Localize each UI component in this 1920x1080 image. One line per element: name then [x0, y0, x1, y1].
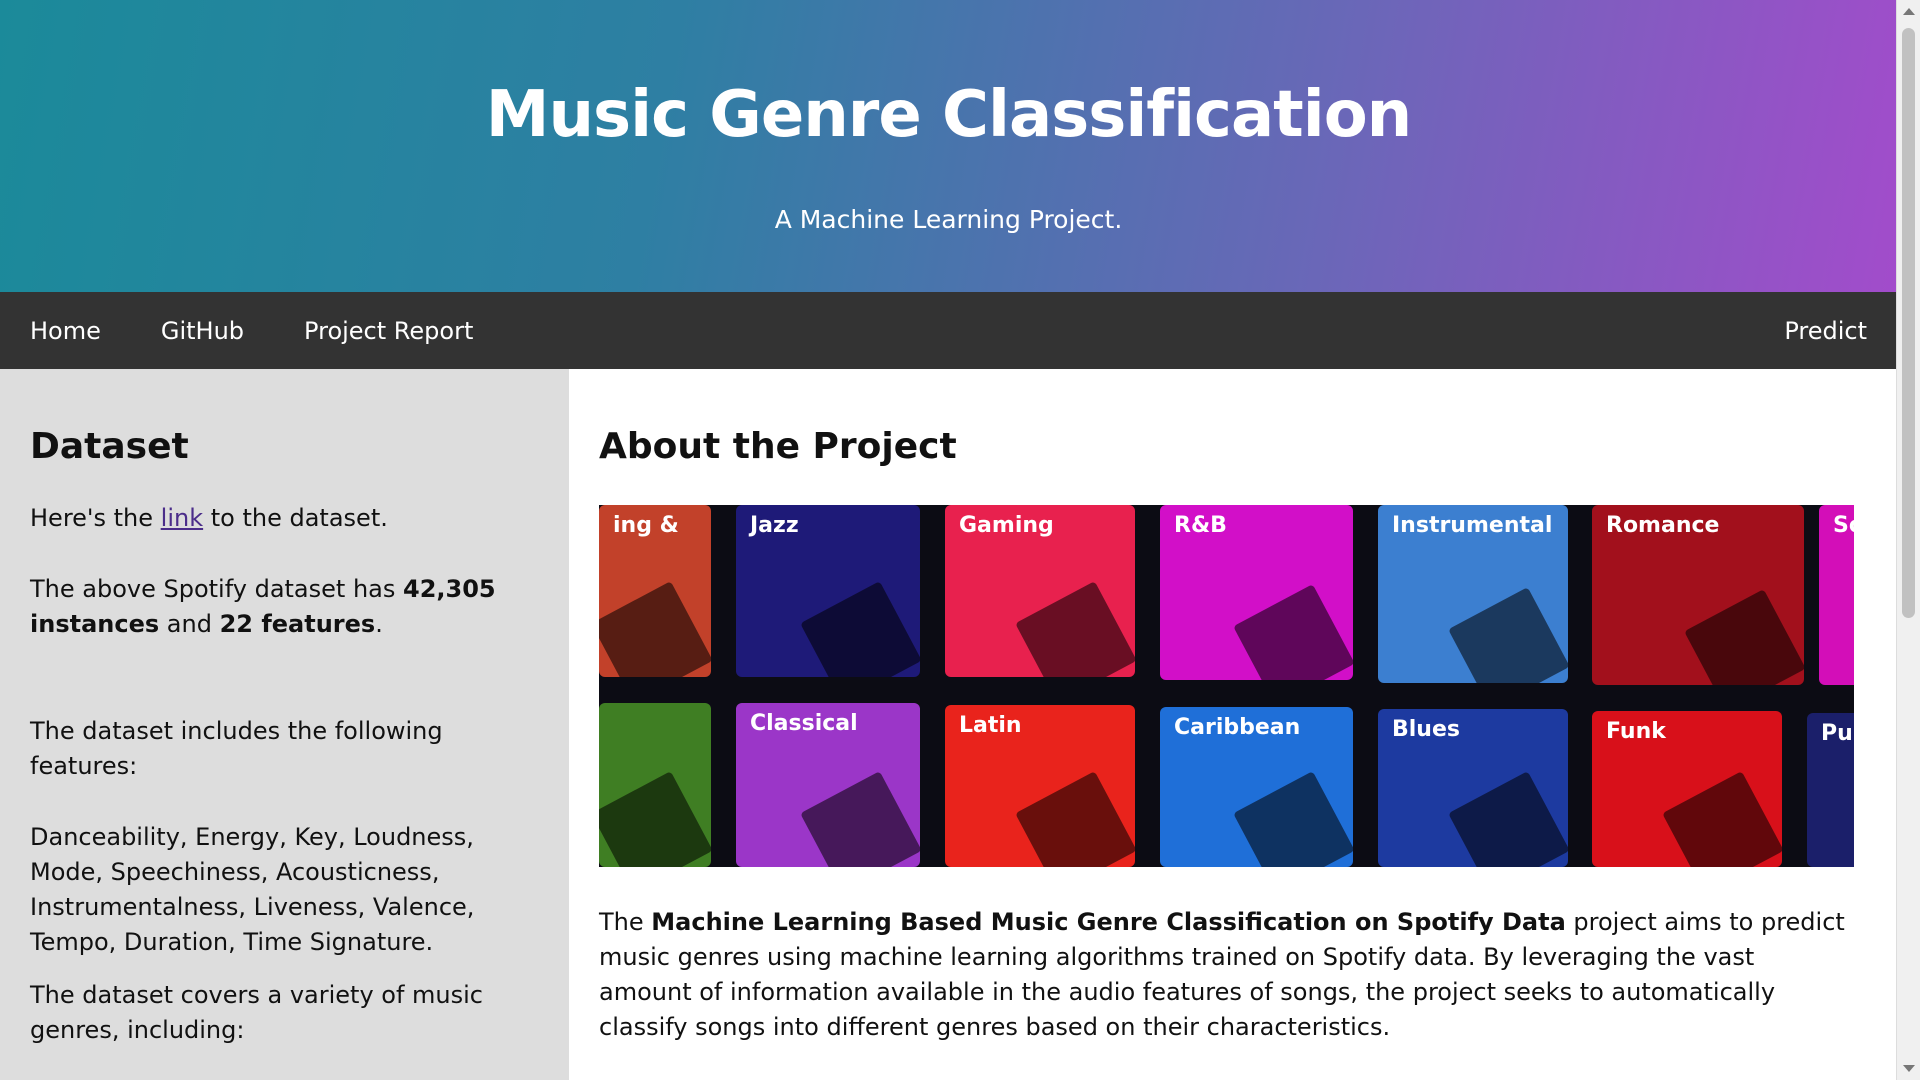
- genre-tile: Classical: [736, 703, 920, 867]
- genre-tile: ing &: [599, 505, 711, 677]
- page-subtitle: A Machine Learning Project.: [774, 205, 1123, 234]
- genre-tile: Romance: [1592, 505, 1804, 685]
- page-scrollbar[interactable]: [1896, 0, 1920, 1080]
- stats-mid-text: and: [159, 610, 220, 638]
- link-post-text: to the dataset.: [203, 504, 388, 532]
- nav-home-link[interactable]: Home: [30, 317, 101, 345]
- genre-tile: [599, 703, 711, 867]
- dataset-link-paragraph: Here's the link to the dataset.: [30, 501, 539, 536]
- hero-banner: Music Genre Classification A Machine Lea…: [0, 0, 1897, 292]
- top-nav: Home GitHub Project Report Predict: [0, 292, 1897, 369]
- genre-tile: Blues: [1378, 709, 1568, 867]
- genres-intro: The dataset covers a variety of music ge…: [30, 981, 483, 1044]
- project-description: The Machine Learning Based Music Genre C…: [599, 905, 1854, 1045]
- genre-tile: Funk: [1592, 711, 1782, 867]
- about-heading: About the Project: [599, 426, 957, 467]
- scroll-down-icon[interactable]: [1903, 1065, 1915, 1072]
- dataset-stats-paragraph: The above Spotify dataset has 42,305 ins…: [30, 572, 539, 642]
- content-columns: Dataset Here's the link to the dataset. …: [0, 369, 1897, 1080]
- scrollbar-thumb[interactable]: [1902, 28, 1915, 618]
- desc-pre: The: [599, 908, 652, 936]
- genre-playlists-image: ing & Jazz Gaming R&B Instrumental Roman…: [599, 505, 1854, 867]
- sidebar-heading: Dataset: [30, 426, 189, 467]
- features-intro: The dataset includes the following featu…: [30, 717, 443, 780]
- dataset-sidebar: Dataset Here's the link to the dataset. …: [0, 369, 569, 1080]
- nav-github-link[interactable]: GitHub: [161, 317, 244, 345]
- genre-tile: Gaming: [945, 505, 1135, 677]
- features-list: Danceability, Energy, Key, Loudness, Mod…: [30, 823, 475, 956]
- genre-tile: Jazz: [736, 505, 920, 677]
- stats-features: 22 features: [219, 610, 376, 638]
- genre-tile: Instrumental: [1378, 505, 1568, 683]
- genre-tile: Caribbean: [1160, 707, 1353, 867]
- genre-tile: Pur: [1807, 713, 1854, 867]
- dataset-link[interactable]: link: [161, 504, 203, 532]
- genre-tile: So: [1819, 505, 1854, 685]
- page: Music Genre Classification A Machine Lea…: [0, 0, 1897, 1080]
- stats-pre-text: The above Spotify dataset has: [30, 575, 403, 603]
- genre-tile: R&B: [1160, 505, 1353, 680]
- desc-bold: Machine Learning Based Music Genre Class…: [651, 908, 1566, 936]
- stats-post-text: .: [375, 610, 383, 638]
- link-pre-text: Here's the: [30, 504, 161, 532]
- genre-tile: Latin: [945, 705, 1135, 867]
- scroll-up-icon[interactable]: [1903, 8, 1915, 15]
- nav-report-link[interactable]: Project Report: [304, 317, 473, 345]
- nav-predict-link[interactable]: Predict: [1784, 317, 1867, 345]
- about-section: About the Project ing & Jazz Gaming R&B …: [569, 369, 1897, 1080]
- page-title: Music Genre Classification: [485, 78, 1412, 152]
